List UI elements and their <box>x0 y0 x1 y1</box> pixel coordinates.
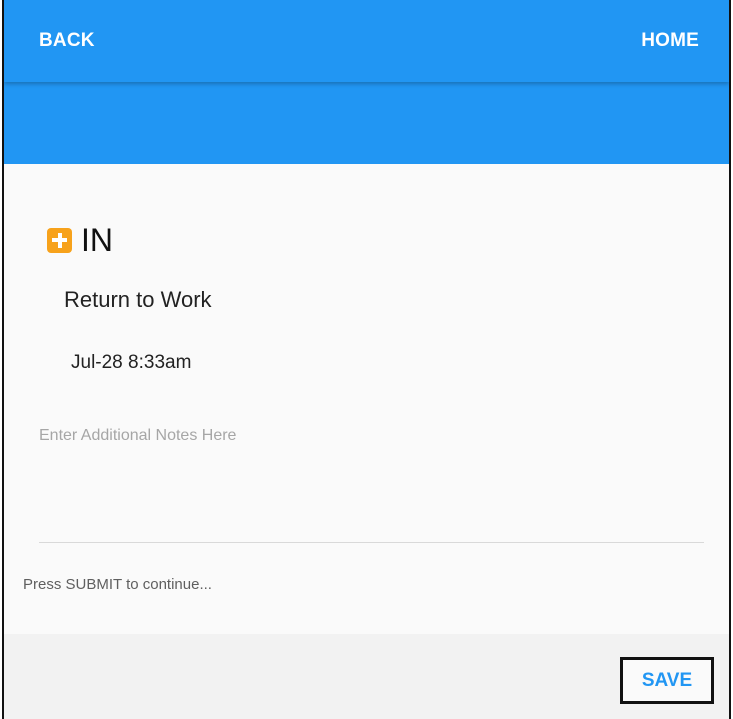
app-frame: BACK HOME IN Return to Work Jul-28 8:33a… <box>2 0 731 719</box>
home-button[interactable]: HOME <box>641 30 699 52</box>
reason-label: Return to Work <box>64 287 212 312</box>
app-bar: BACK HOME <box>4 0 729 82</box>
plus-square-icon <box>47 227 72 253</box>
entry-content: IN Return to Work Jul-28 8:33am Press SU… <box>4 164 729 634</box>
additional-notes-input[interactable] <box>39 419 704 543</box>
status-label: IN <box>81 222 113 258</box>
back-button[interactable]: BACK <box>39 30 95 52</box>
timestamp-label: Jul-28 8:33am <box>71 352 192 373</box>
sub-header-bar <box>4 82 729 164</box>
submit-hint-text: Press SUBMIT to continue... <box>23 576 212 593</box>
save-button[interactable]: SAVE <box>620 657 714 704</box>
status-row: IN <box>47 224 113 256</box>
footer-bar: SAVE <box>4 634 729 719</box>
